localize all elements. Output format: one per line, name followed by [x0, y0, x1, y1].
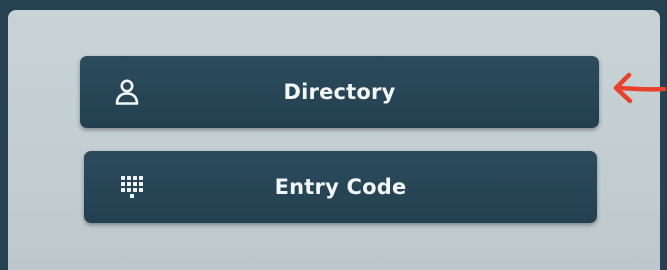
red-arrow-icon	[613, 72, 667, 104]
kiosk-screen	[8, 10, 660, 270]
directory-button[interactable]: Directory	[80, 56, 599, 128]
directory-button-label: Directory	[283, 80, 396, 104]
entry-code-button-label: Entry Code	[274, 175, 407, 199]
entry-code-button[interactable]: Entry Code	[84, 151, 597, 223]
